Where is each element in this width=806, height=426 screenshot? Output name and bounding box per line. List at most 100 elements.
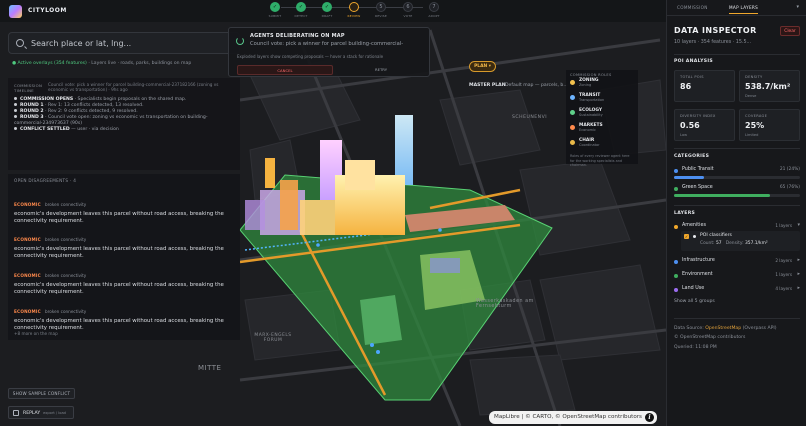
agents-subtitle: Council vote: pick a winner for parcel b… <box>250 41 404 47</box>
data-source-link[interactable]: OpenStreetMap <box>705 326 741 331</box>
map-label-mitte: MITTE <box>198 364 222 372</box>
replay-button[interactable]: REPLAY export / load <box>8 406 74 419</box>
master-plan-sub[interactable]: Default map — parcels, b... <box>505 83 568 88</box>
stat-total-pois: TOTAL POIS 86 <box>674 70 735 102</box>
timeline-entry-1-body: · Specialists begin proposals on the sha… <box>74 97 187 102</box>
poi-density: 357.1/km² <box>744 241 768 246</box>
roles-title: COMMISSION ROLES <box>570 73 612 77</box>
clear-button[interactable]: Clear <box>780 26 800 36</box>
timeline-entry-5-head: CONFLICT SETTLED <box>20 127 70 132</box>
stat-value: 25% <box>745 121 765 130</box>
disagreement-text: economic's development leaves this parce… <box>14 318 224 331</box>
show-all-groups-link[interactable]: Show all 5 groups <box>674 299 715 304</box>
queried-time: Queried: 11:08 PM <box>674 345 717 350</box>
timeline-entry-4[interactable]: ROUND 3 · Council vote open: zoning vs e… <box>14 115 234 127</box>
checkbox-icon[interactable]: ✓ <box>684 234 689 239</box>
stat-value: 538.7/km² <box>745 82 791 91</box>
step-review[interactable]: REVIEW <box>341 2 367 18</box>
retry-button[interactable]: RETRY <box>337 65 425 75</box>
map-label-forum: MARX-ENGELS FORUM <box>254 333 292 343</box>
bullet-icon <box>14 97 17 100</box>
category-dot-icon <box>674 187 678 191</box>
layer-poi-classifiers[interactable]: ✓ POI classifiers Count: 57 Density: 357… <box>681 231 800 251</box>
role-ecology[interactable]: ECOLOGY Sustainability <box>570 108 634 122</box>
step-revise-label: REVISE <box>375 14 387 18</box>
search-box[interactable] <box>8 32 240 54</box>
panel-tabs: COMMISSION MAP LAYERS ▾ <box>667 0 806 16</box>
step-draft-dot: ✓ <box>322 2 332 12</box>
layer-count: 4 layers <box>775 286 792 291</box>
workflow-stepper: ✓ SUBMIT ✓ DETECT ✓ DRAFT REVIEW 5 REVISE 6 V… <box>262 2 442 22</box>
layer-group-land-use[interactable]: Land Use 4 layers ▸ <box>674 285 800 296</box>
roles-note: Roles of every reviewer agent here for t… <box>570 154 630 167</box>
layer-group-environment[interactable]: Environment 1 layers ▸ <box>674 271 800 282</box>
step-draft[interactable]: ✓ DRAFT <box>314 2 340 18</box>
disagreement-item[interactable]: ECONOMIC broken connectivity economic's d… <box>14 226 234 260</box>
disagreement-item[interactable]: ECONOMIC broken connectivity economic's d… <box>14 191 234 225</box>
stat-density: DENSITY 538.7/km² Dense <box>739 70 800 102</box>
bullet-icon <box>14 115 17 118</box>
show-sample-conflict-button[interactable]: SHOW SAMPLE CONFLICT <box>8 388 75 399</box>
role-chair[interactable]: CHAIR Coordinator <box>570 138 634 152</box>
step-submit[interactable]: ✓ SUBMIT <box>262 2 288 18</box>
layer-hint-status: ● Active overlays (354 features) <box>12 61 87 66</box>
green-sub2 <box>360 295 402 345</box>
chevron-right-icon[interactable]: ▸ <box>797 285 800 291</box>
cancel-button[interactable]: CANCEL <box>237 65 333 75</box>
timeline-entry-5[interactable]: CONFLICT SETTLED — user · via decision <box>14 127 234 133</box>
tab-commission[interactable]: COMMISSION <box>677 5 708 10</box>
map-attribution[interactable]: MapLibre | © CARTO, © OpenStreetMap cont… <box>489 411 657 424</box>
category-bar <box>674 176 800 179</box>
chevron-right-icon[interactable]: ▸ <box>797 257 800 263</box>
bullet-icon <box>14 127 17 130</box>
plan-dropdown-icon: ▾ <box>488 64 491 69</box>
step-vote-dot: 6 <box>403 2 413 12</box>
layer-name: Environment <box>682 272 713 277</box>
step-revise[interactable]: 5 REVISE <box>368 2 394 18</box>
layer-dot-icon <box>674 225 678 229</box>
step-detect[interactable]: ✓ DETECT <box>288 2 314 18</box>
bullet-icon <box>14 109 17 112</box>
layer-dot-icon <box>674 260 678 264</box>
role-dot-icon <box>570 80 575 85</box>
role-dot-icon <box>570 140 575 145</box>
poi-count: 57 <box>715 241 722 246</box>
chevron-down-icon[interactable]: ▾ <box>796 4 799 10</box>
search-input[interactable] <box>31 36 231 51</box>
disagreement-text: economic's development leaves this parce… <box>14 211 224 224</box>
layer-group-infrastructure[interactable]: Infrastructure 2 layers ▸ <box>674 257 800 268</box>
role-transit[interactable]: TRANSIT Transportation <box>570 93 634 107</box>
step-adopt[interactable]: 7 ADOPT <box>421 2 447 18</box>
layer-dot-icon <box>674 288 678 292</box>
chevron-right-icon[interactable]: ▸ <box>797 271 800 277</box>
role-sub: Economic <box>579 128 596 132</box>
timeline-entry-3-head: ROUND 2 <box>20 109 44 114</box>
role-markets[interactable]: MARKETS Economic <box>570 123 634 137</box>
category-dot-icon <box>674 169 678 173</box>
divider <box>674 148 800 149</box>
tab-map-layers[interactable]: MAP LAYERS <box>729 5 759 14</box>
disagreement-item[interactable]: ECONOMIC broken connectivity economic's d… <box>14 262 234 296</box>
bullet-icon <box>14 103 17 106</box>
disagreement-kind: broken connectivity <box>44 309 87 314</box>
disagreements-more-link[interactable]: +8 more on the map <box>14 331 58 336</box>
disagreements-title: OPEN DISAGREEMENTS · 4 <box>14 178 77 183</box>
step-vote[interactable]: 6 VOTE <box>395 2 421 18</box>
role-zoning[interactable]: ZONING Zoning <box>570 78 634 92</box>
stat-key: DENSITY <box>745 75 763 79</box>
layer-hint: ● Active overlays (354 features) · Layer… <box>12 61 191 66</box>
disagreement-tag: ECONOMIC <box>14 309 41 314</box>
disagreement-text: economic's development leaves this parce… <box>14 282 224 295</box>
plan-button[interactable]: PLAN ▾ <box>469 61 496 72</box>
role-sub: Zoning <box>579 83 592 87</box>
step-adopt-dot: 7 <box>429 2 439 12</box>
chevron-down-icon[interactable]: ▾ <box>797 222 800 228</box>
poi-analysis-heading: POI ANALYSIS <box>674 59 713 64</box>
layers-heading: LAYERS <box>674 211 696 216</box>
stat-key: COVERAGE <box>745 114 768 118</box>
info-icon[interactable]: i <box>645 413 654 422</box>
disagreement-kind: broken connectivity <box>44 237 87 242</box>
timeline-entry-2-head: ROUND 1 <box>20 103 44 108</box>
step-submit-label: SUBMIT <box>268 14 282 18</box>
disagreement-item[interactable]: ECONOMIC broken connectivity economic's d… <box>14 298 234 332</box>
